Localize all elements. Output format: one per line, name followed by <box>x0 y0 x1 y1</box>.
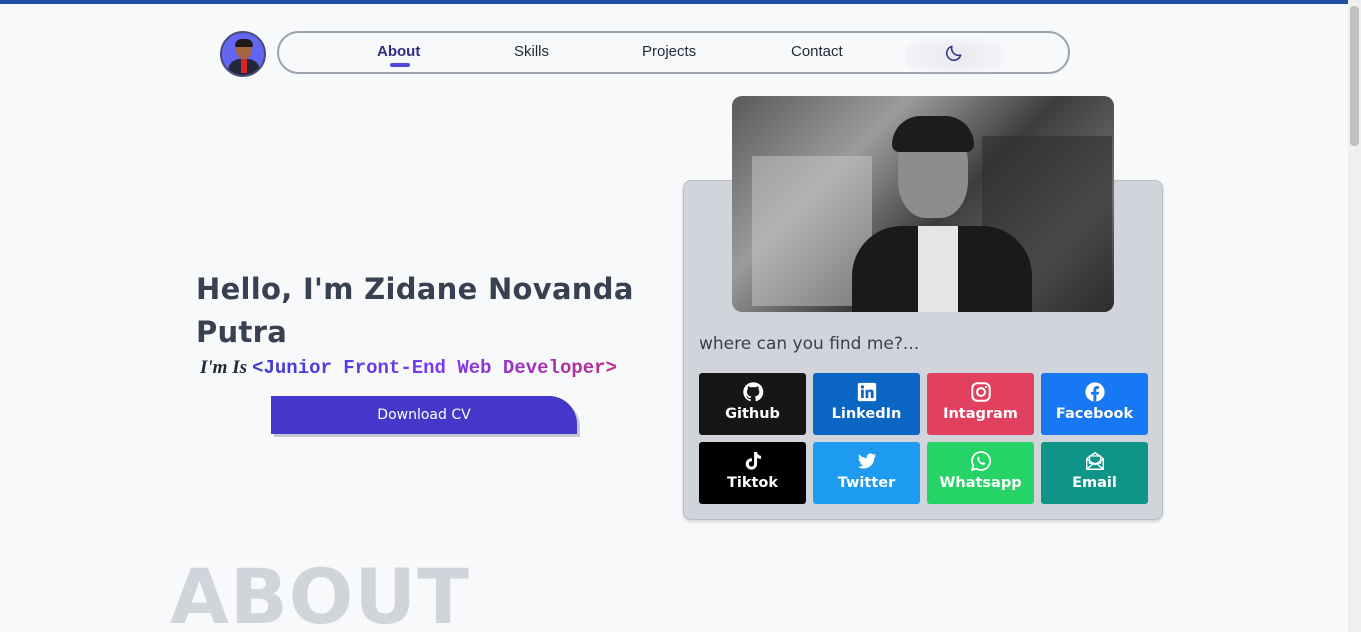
top-accent-bar <box>0 0 1361 4</box>
instagram-icon <box>970 382 991 402</box>
whatsapp-button[interactable]: Whatsapp <box>927 442 1034 504</box>
twitter-button[interactable]: Twitter <box>813 442 920 504</box>
hero-title: Hello, I'm Zidane Novanda Putra <box>196 272 634 349</box>
tiktok-icon <box>745 451 761 470</box>
find-me-heading: where can you find me?... <box>699 334 920 354</box>
email-icon <box>1085 452 1104 470</box>
nav-item-skills[interactable]: Skills <box>514 43 549 60</box>
role-text: <Junior Front-End Web Developer> <box>252 357 617 379</box>
role-prefix: I'm Is <box>200 357 247 378</box>
moon-icon[interactable] <box>944 43 964 63</box>
nav-item-projects[interactable]: Projects <box>642 43 696 60</box>
github-icon <box>742 382 763 402</box>
linkedin-icon <box>857 382 876 402</box>
github-button[interactable]: Github <box>699 373 806 435</box>
tiktok-button[interactable]: Tiktok <box>699 442 806 504</box>
page-scrollbar[interactable] <box>1348 0 1361 632</box>
nav-item-contact[interactable]: Contact <box>791 43 843 60</box>
twitter-icon <box>857 453 876 469</box>
email-button[interactable]: Email <box>1041 442 1148 504</box>
avatar[interactable] <box>220 31 266 77</box>
scrollbar-thumb[interactable] <box>1350 6 1359 146</box>
nav-active-indicator <box>390 63 410 67</box>
profile-photo <box>732 96 1114 312</box>
download-cv-button[interactable]: Download CV <box>271 396 577 434</box>
nav-item-about[interactable]: About <box>377 43 420 60</box>
whatsapp-icon <box>970 451 991 472</box>
facebook-icon <box>1084 382 1105 402</box>
instagram-button[interactable]: Intagram <box>927 373 1034 435</box>
about-section-heading: ABOUT <box>170 552 470 632</box>
role-line: I'm Is <Junior Front-End Web Developer> <box>200 357 617 379</box>
linkedin-button[interactable]: LinkedIn <box>813 373 920 435</box>
facebook-button[interactable]: Facebook <box>1041 373 1148 435</box>
